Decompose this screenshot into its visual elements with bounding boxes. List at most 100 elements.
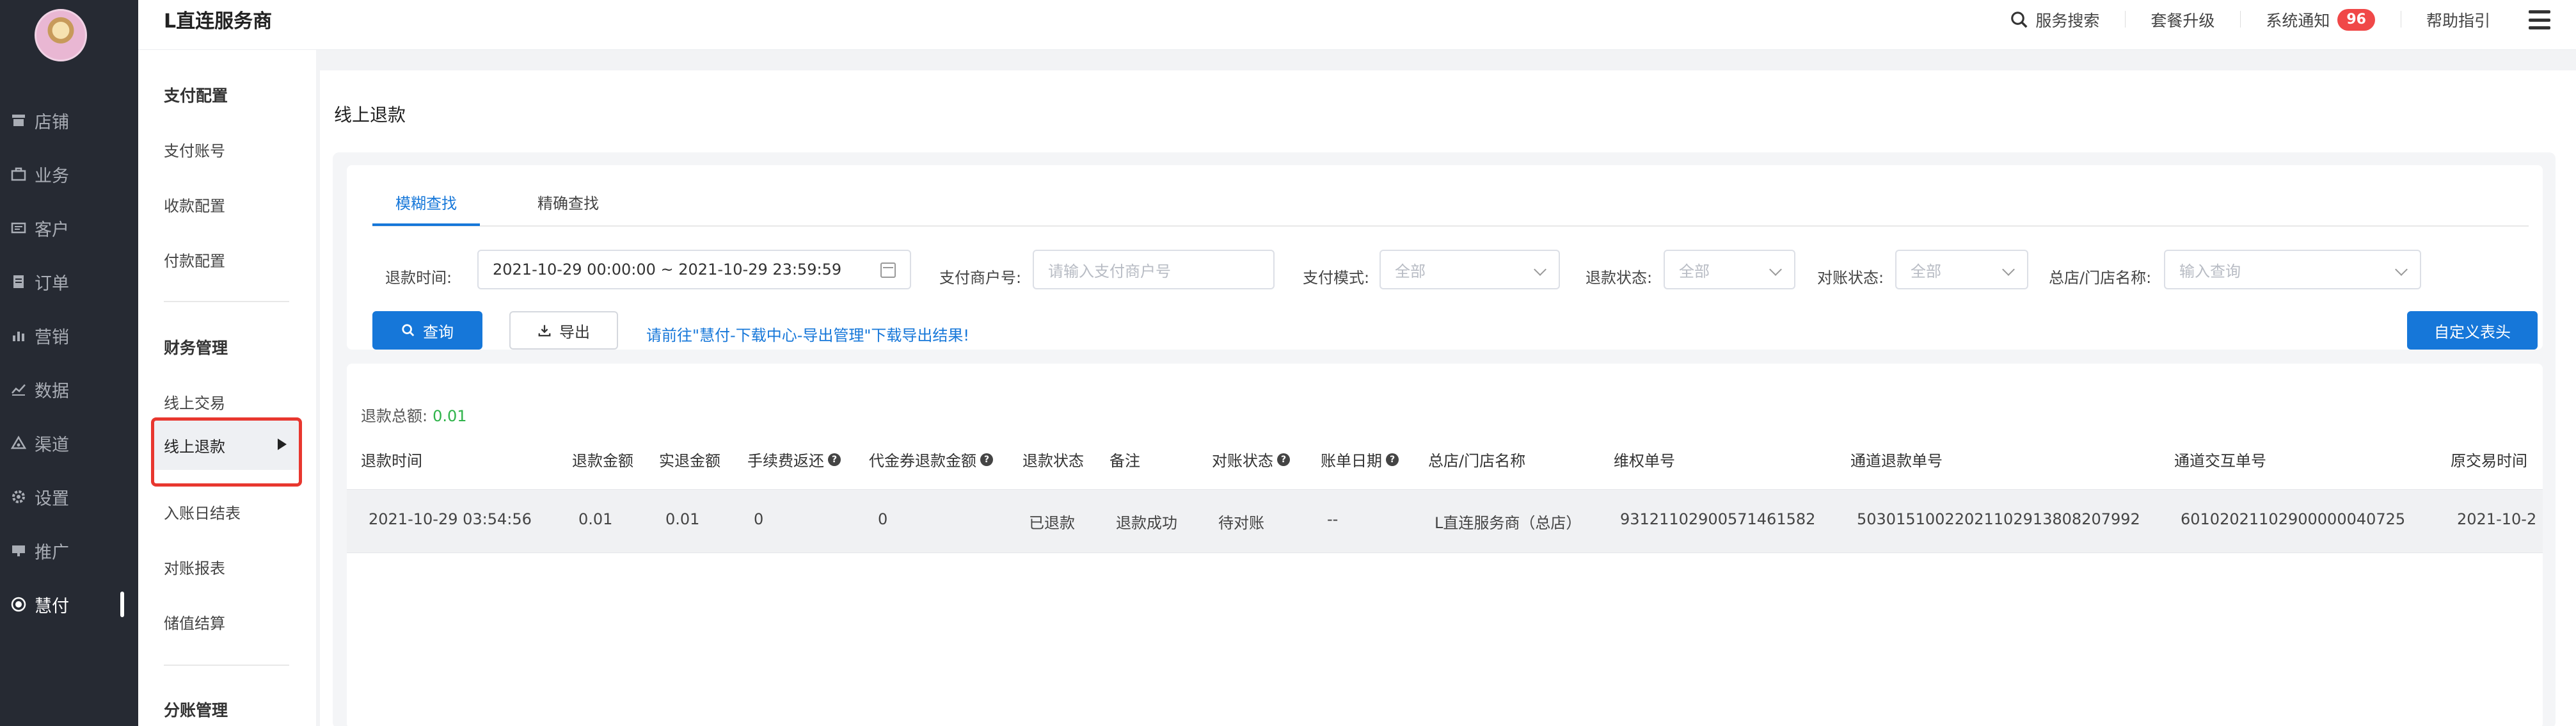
nav-item-data[interactable]: 数据 [0,370,138,408]
tab-exact-search[interactable]: 精确查找 [514,181,622,223]
search-tabs: 模糊查找 精确查找 [372,173,2529,227]
store-placeholder: 输入查询 [2179,262,2241,280]
merchant-label: 支付商户号: [939,269,1022,287]
search-icon [2010,10,2029,29]
query-button[interactable]: 查询 [372,311,482,350]
refund-total-label: 退款总额: [361,407,428,425]
column-header: 实退金额 [659,452,720,470]
menu-icon[interactable] [2529,10,2550,29]
column-header: 通道退款单号 [1850,452,1943,470]
refund-total-value: 0.01 [433,407,467,425]
tab-fuzzy-search[interactable]: 模糊查找 [372,181,480,226]
subnav-item-pay-account[interactable]: 支付账号 [164,138,225,161]
refund-status-select[interactable]: 全部 [1664,250,1795,289]
query-button-label: 查询 [423,323,454,341]
refund-status-label: 退款状态: [1586,269,1653,287]
column-header: 代金券退款金额? [869,448,993,471]
chevron-down-icon [2002,263,2015,276]
active-indicator [120,592,124,617]
export-hint-link[interactable]: 请前往"慧付-下载中心-导出管理"下载导出结果! [646,323,969,345]
result-panel: 退款总额: 0.01 退款时间 退款金额 实退金额 手续费返还? 代金券退款金额?… [347,364,2543,726]
channel-icon [10,435,27,451]
notice-link[interactable]: 系统通知 96 [2240,8,2401,31]
export-button-label: 导出 [559,323,590,341]
nav-item-order[interactable]: 订单 [0,262,138,301]
subnav-item-daily-report[interactable]: 入账日结表 [164,501,241,523]
cell-store-name: L直连服务商（总店） [1435,514,1582,532]
nav-item-customer[interactable]: 客户 [0,209,138,247]
subnav-divider [164,665,289,666]
subnav-item-payout-config[interactable]: 付款配置 [164,248,225,271]
column-header: 对账状态? [1212,448,1290,471]
chevron-down-icon [1534,263,1546,276]
merchant-input[interactable]: 请输入支付商户号 [1033,250,1275,289]
subnav-divider [164,301,289,302]
column-header: 退款状态 [1022,452,1084,470]
nav-item-channel[interactable]: 渠道 [0,424,138,462]
filter-panel: 模糊查找 精确查找 退款时间: 2021-10-29 00:00:00 ~ 20… [347,165,2543,350]
gear-icon [10,488,27,505]
help-icon[interactable]: ? [828,453,841,466]
promote-icon [10,542,27,559]
column-header: 退款时间 [361,452,422,470]
custom-header-button[interactable]: 自定义表头 [2407,311,2538,350]
customer-icon [10,220,27,236]
cell-original-time: 2021-10-2 [2457,510,2537,528]
subnav-item-receive-config[interactable]: 收款配置 [164,193,225,216]
nav-item-label: 客户 [35,220,69,240]
cell-refund-amount: 0.01 [578,510,613,528]
subnav-item-recon-report[interactable]: 对账报表 [164,556,225,578]
refund-total: 退款总额: 0.01 [361,403,467,426]
subnav-item-stored-settle[interactable]: 储值结算 [164,611,225,633]
nav-item-business[interactable]: 业务 [0,155,138,193]
upgrade-link[interactable]: 套餐升级 [2125,8,2240,31]
chart-icon [10,381,27,398]
table-row[interactable]: 2021-10-29 03:54:56 0.01 0.01 0 0 已退款 退款… [347,489,2543,553]
nav-item-promote[interactable]: 推广 [0,531,138,570]
nav-item-settings[interactable]: 设置 [0,478,138,516]
service-search-link[interactable]: 服务搜索 [1984,8,2125,31]
refund-time-value: 2021-10-29 00:00:00 ~ 2021-10-29 23:59:5… [493,261,842,278]
help-link[interactable]: 帮助指引 [2400,8,2516,31]
notice-label: 系统通知 [2266,12,2330,30]
topbar: L直连服务商 服务搜索 套餐升级 系统通知 96 帮助指引 [138,0,2576,50]
recon-status-select[interactable]: 全部 [1895,250,2028,289]
subnav-group-title: 分账管理 [164,701,228,720]
column-header: 原交易时间 [2451,452,2527,470]
column-header: 通道交互单号 [2174,452,2266,470]
marketing-icon [10,327,27,344]
nav-item-shop[interactable]: 店铺 [0,101,138,140]
cell-fee-return: 0 [754,510,764,528]
refund-time-label: 退款时间: [385,269,452,287]
column-header: 退款金额 [572,452,633,470]
calendar-icon [880,262,896,278]
recon-status-value: 全部 [1911,262,1941,280]
nav-item-label: 慧付 [35,596,69,617]
subnav-item-online-trade[interactable]: 线上交易 [164,391,225,413]
nav-item-pay[interactable]: 慧付 [0,585,138,624]
help-icon[interactable]: ? [980,453,993,466]
column-header: 备注 [1109,452,1140,470]
refund-time-range-picker[interactable]: 2021-10-29 00:00:00 ~ 2021-10-29 23:59:5… [477,250,911,289]
shop-icon [10,112,27,129]
help-icon[interactable]: ? [1386,453,1399,466]
notice-badge: 96 [2337,9,2375,31]
nav-item-marketing[interactable]: 营销 [0,316,138,355]
help-icon[interactable]: ? [1277,453,1290,466]
briefcase-icon [10,166,27,182]
pay-mode-label: 支付模式: [1303,269,1370,287]
sub-nav: 支付配置 支付账号 收款配置 付款配置 财务管理 线上交易 线上退款 入账日结表… [138,50,316,726]
nav-item-label: 渠道 [35,435,69,455]
cell-recon-status: 待对账 [1218,514,1264,532]
pay-mode-select[interactable]: 全部 [1379,250,1560,289]
cell-refund-time: 2021-10-29 03:54:56 [369,510,532,528]
subnav-item-online-refund[interactable]: 线上退款 [154,420,301,470]
help-label: 帮助指引 [2426,12,2490,30]
cell-remark: 退款成功 [1116,514,1177,532]
avatar[interactable] [35,9,87,61]
cell-channel-refund-no: 50301510022021102913808207992 [1857,510,2140,528]
topbar-actions: 服务搜索 套餐升级 系统通知 96 帮助指引 [1984,0,2550,40]
order-icon [10,273,27,290]
store-select[interactable]: 输入查询 [2164,250,2421,289]
export-button[interactable]: 导出 [509,311,618,350]
